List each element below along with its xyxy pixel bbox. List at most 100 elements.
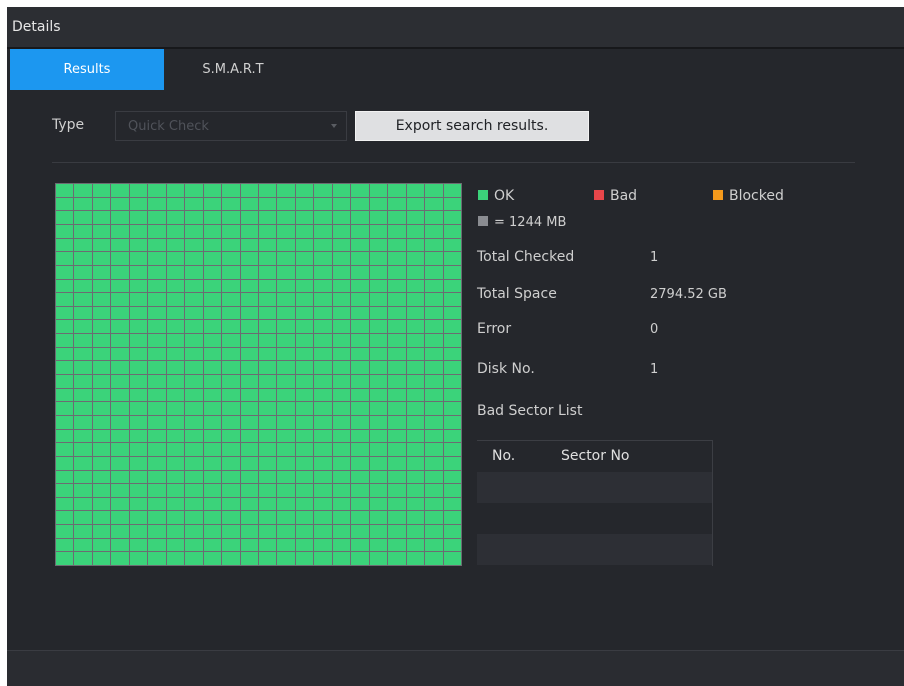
sector-cell	[204, 484, 221, 497]
sector-cell	[241, 252, 258, 265]
sector-cell	[56, 361, 73, 374]
sector-cell	[259, 416, 276, 429]
sector-cell	[167, 266, 184, 279]
sector-cell	[259, 402, 276, 415]
sector-cell	[241, 416, 258, 429]
sector-cell	[148, 198, 166, 210]
sector-cell	[93, 307, 110, 319]
sector-cell	[333, 389, 350, 401]
sector-cell	[167, 402, 184, 415]
sector-cell	[259, 443, 276, 456]
sector-cell	[425, 525, 443, 538]
sector-cell	[314, 471, 332, 483]
sector-cell	[425, 307, 443, 319]
sector-cell	[241, 307, 258, 319]
sector-cell	[388, 266, 406, 279]
tab-smart[interactable]: S.M.A.R.T	[177, 49, 289, 90]
sector-cell	[204, 375, 221, 388]
sector-cell	[370, 484, 387, 497]
sector-cell	[351, 266, 369, 279]
sector-cell	[277, 361, 295, 374]
sector-cell	[333, 416, 350, 429]
sector-cell	[407, 266, 424, 279]
table-row[interactable]	[477, 472, 712, 503]
sector-cell	[56, 280, 73, 292]
sector-cell	[407, 443, 424, 456]
sector-cell	[56, 498, 73, 510]
sector-cell	[56, 239, 73, 251]
tab-results[interactable]: Results	[10, 49, 164, 90]
sector-cell	[425, 498, 443, 510]
sector-cell	[222, 361, 240, 374]
sector-cell	[56, 539, 73, 551]
sector-cell	[314, 320, 332, 333]
sector-cell	[167, 416, 184, 429]
sector-cell	[277, 498, 295, 510]
type-label: Type	[52, 117, 85, 133]
sector-cell	[296, 239, 313, 251]
sector-cell	[111, 484, 129, 497]
sector-cell	[74, 211, 92, 224]
sector-cell	[444, 293, 461, 306]
title-bar: Details	[7, 7, 904, 49]
sector-cell	[351, 416, 369, 429]
sector-cell	[277, 239, 295, 251]
sector-cell	[351, 348, 369, 360]
sector-cell	[185, 498, 203, 510]
sector-cell	[93, 252, 110, 265]
sector-cell	[167, 225, 184, 238]
sector-cell	[130, 375, 147, 388]
sector-cell	[370, 239, 387, 251]
sector-cell	[74, 239, 92, 251]
sector-cell	[130, 484, 147, 497]
table-row[interactable]	[477, 503, 712, 534]
sector-cell	[444, 539, 461, 551]
sector-cell	[259, 361, 276, 374]
sector-cell	[444, 211, 461, 224]
sector-cell	[425, 416, 443, 429]
sector-cell	[407, 498, 424, 510]
sector-cell	[388, 280, 406, 292]
sector-cell	[314, 552, 332, 565]
sector-cell	[351, 293, 369, 306]
sector-cell	[296, 511, 313, 524]
sector-cell	[333, 334, 350, 347]
sector-cell	[388, 498, 406, 510]
sector-cell	[204, 348, 221, 360]
sector-cell	[130, 471, 147, 483]
sector-cell	[444, 552, 461, 565]
sector-cell	[56, 471, 73, 483]
sector-cell	[425, 239, 443, 251]
sector-cell	[407, 307, 424, 319]
sector-cell	[407, 252, 424, 265]
sector-cell	[333, 484, 350, 497]
sector-cell	[241, 225, 258, 238]
sector-cell	[370, 184, 387, 197]
sector-cell	[111, 389, 129, 401]
sector-cell	[130, 361, 147, 374]
sector-cell	[222, 266, 240, 279]
sector-cell	[222, 334, 240, 347]
sector-cell	[130, 211, 147, 224]
legend-blocked-label: Blocked	[729, 188, 784, 204]
type-select[interactable]: Quick Check	[115, 111, 347, 141]
sector-cell	[204, 539, 221, 551]
sector-cell	[93, 320, 110, 333]
sector-cell	[425, 402, 443, 415]
sector-cell	[370, 348, 387, 360]
sector-cell	[204, 211, 221, 224]
sector-cell	[93, 416, 110, 429]
sector-cell	[130, 225, 147, 238]
sector-cell	[204, 511, 221, 524]
sector-cell	[222, 552, 240, 565]
sector-cell	[148, 280, 166, 292]
sector-cell	[241, 361, 258, 374]
sector-cell	[130, 389, 147, 401]
sector-cell	[130, 239, 147, 251]
legend-ok: OK	[478, 188, 514, 204]
table-row[interactable]	[477, 534, 712, 565]
export-search-results-button[interactable]: Export search results.	[355, 111, 589, 141]
sector-cell	[148, 334, 166, 347]
sector-cell	[407, 511, 424, 524]
sector-cell	[74, 457, 92, 470]
